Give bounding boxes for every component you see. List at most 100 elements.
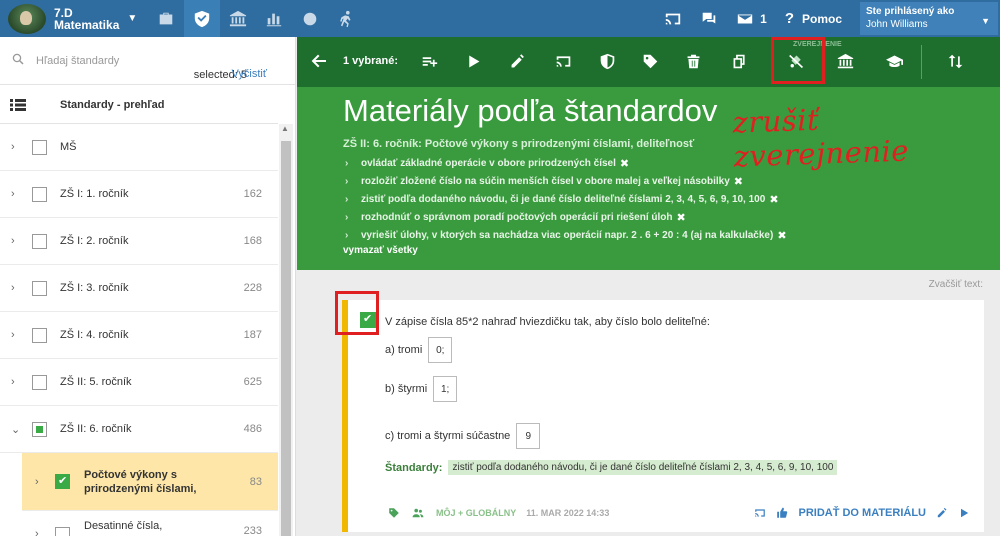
shield-icon[interactable]: [597, 51, 617, 71]
briefcase-icon[interactable]: [148, 0, 184, 37]
running-person-icon[interactable]: [328, 0, 364, 37]
add-to-material-button[interactable]: PRIDAŤ DO MATERIÁLU: [798, 507, 926, 519]
remove-icon[interactable]: ✖: [677, 211, 686, 224]
tree-item-label-2: prirodzenými číslami,: [84, 482, 197, 495]
scrollbar-thumb[interactable]: [281, 141, 291, 536]
tree-item-zs1-1[interactable]: › ZŠ I: 1. ročník 162: [0, 171, 278, 218]
scrollbar[interactable]: ▲: [279, 124, 293, 536]
materials-list: Zvačšiť text: V zápise čísla 85*2 nahraď…: [297, 270, 1000, 536]
answer-label: c) tromi a štyrmi súčastne: [385, 430, 511, 442]
arrow-left-icon[interactable]: [311, 53, 327, 69]
tree-item-zs1-4[interactable]: › ZŠ I: 4. ročník 187: [0, 312, 278, 359]
chat-icon[interactable]: [700, 10, 718, 28]
standards-header: Materiály podľa štandardov zrušiť zverej…: [297, 87, 1000, 270]
logged-in-label: Ste prihlásený ako: [866, 6, 955, 17]
play-icon[interactable]: [958, 507, 970, 519]
chevron-right-icon[interactable]: ›: [11, 282, 15, 294]
top-navbar: 7.D Matematika ▼ 1 ? Pomoc Ste prihlásený…: [0, 0, 1000, 37]
badge-icon[interactable]: [292, 0, 328, 37]
pencil-icon[interactable]: [507, 51, 527, 71]
checkbox[interactable]: [32, 139, 47, 155]
remove-icon[interactable]: ✖: [769, 193, 778, 206]
mail-button[interactable]: 1: [736, 10, 767, 28]
tree-item-zs1-3[interactable]: › ZŠ I: 3. ročník 228: [0, 265, 278, 312]
search-row: Hľadaj štandardy selected: 5 Vyčistiť: [0, 37, 295, 85]
institution-icon[interactable]: [835, 51, 855, 71]
tag-icon[interactable]: [640, 51, 660, 71]
institution-icon[interactable]: [220, 0, 256, 37]
clear-selection-link[interactable]: Vyčistiť: [232, 68, 268, 80]
pencil-icon[interactable]: [936, 507, 948, 519]
tree-item-zs1-2[interactable]: › ZŠ I: 2. ročník 168: [0, 218, 278, 265]
standard-tag[interactable]: zistiť podľa dodaného návodu, či je dané…: [448, 460, 838, 475]
sort-arrows-icon[interactable]: [945, 51, 965, 71]
checkbox[interactable]: [32, 233, 47, 249]
help-button[interactable]: ? Pomoc: [785, 10, 842, 27]
chevron-right-icon[interactable]: ›: [11, 188, 15, 200]
checkbox[interactable]: [32, 327, 47, 343]
checkbox-partial[interactable]: [32, 421, 47, 437]
checkbox-checked[interactable]: [55, 474, 70, 489]
list-icon[interactable]: [10, 98, 26, 112]
zoom-text-label[interactable]: Zvačšiť text:: [929, 279, 983, 290]
tag-icon[interactable]: [388, 507, 400, 519]
answer-label: b) štyrmi: [385, 383, 428, 395]
tree-item-ms[interactable]: › MŠ: [0, 124, 278, 171]
remove-icon[interactable]: ✖: [777, 229, 786, 242]
trash-icon[interactable]: [683, 51, 703, 71]
tree-title: Standardy - prehľad: [60, 98, 165, 111]
shield-check-icon[interactable]: [184, 0, 220, 37]
chevron-right-icon[interactable]: ›: [11, 235, 15, 247]
class-selector[interactable]: 7.D Matematika ▼: [0, 0, 148, 37]
remove-icon[interactable]: ✖: [620, 157, 629, 170]
copy-icon[interactable]: [729, 51, 749, 71]
checkbox[interactable]: [55, 526, 70, 536]
users-icon[interactable]: [412, 507, 424, 519]
chevron-right-icon: ›: [345, 157, 349, 169]
action-toolbar: 1 vybrané: ZVEREJNENIE: [297, 37, 1000, 87]
tree-item-label: Desatinné čísla,: [84, 520, 163, 532]
selected-count-label: 1 vybrané:: [343, 55, 399, 67]
checkbox[interactable]: [32, 186, 47, 202]
checkbox[interactable]: [32, 374, 47, 390]
chevron-right-icon[interactable]: ›: [11, 329, 15, 341]
cast-icon[interactable]: [754, 507, 766, 519]
question-icon: ?: [784, 10, 794, 27]
bar-chart-icon[interactable]: [256, 0, 292, 37]
standards-tree: Standardy - prehľad › MŠ › ZŠ I: 1. ročn…: [0, 86, 278, 536]
cast-icon[interactable]: [664, 10, 682, 28]
thumbs-up-icon[interactable]: [776, 507, 788, 519]
tree-item-count: 625: [243, 376, 262, 388]
user-menu[interactable]: Ste prihlásený ako John Williams ▼: [860, 2, 998, 35]
clear-all-link[interactable]: vymazať všetky: [343, 245, 418, 256]
tree-subitem[interactable]: › Desatinné čísla, 233: [22, 511, 278, 536]
chevron-right-icon[interactable]: ›: [11, 376, 15, 388]
search-icon: [12, 53, 24, 65]
chevron-down-icon[interactable]: ⌄: [11, 423, 20, 436]
add-to-list-icon[interactable]: [419, 51, 439, 71]
chevron-right-icon[interactable]: ›: [35, 528, 39, 536]
tree-item-zs2-5[interactable]: › ZŠ II: 5. ročník 625: [0, 359, 278, 406]
mail-count: 1: [760, 11, 767, 26]
play-icon[interactable]: [463, 51, 483, 71]
chevron-right-icon[interactable]: ›: [11, 141, 15, 153]
tree-subitem-selected[interactable]: › Počtové výkony sprirodzenými číslami, …: [22, 453, 278, 511]
chevron-right-icon: ›: [345, 211, 349, 223]
cast-icon[interactable]: [553, 51, 573, 71]
card-footer: MÔJ + GLOBÁLNY 11. MAR 2022 14:33 PRIDAŤ…: [388, 503, 978, 523]
date-label: 11. MAR 2022 14:33: [526, 508, 610, 518]
graduation-cap-icon[interactable]: [884, 51, 904, 71]
selected-standard: › rozložiť zložené číslo na súčin menších…: [345, 175, 743, 188]
chevron-right-icon[interactable]: ›: [35, 476, 39, 488]
tree-item-zs2-6[interactable]: ⌄ ZŠ II: 6. ročník 486: [0, 406, 278, 453]
scroll-up-icon[interactable]: ▲: [281, 124, 289, 133]
tree-item-count: 83: [249, 475, 262, 488]
caret-down-icon: ▼: [981, 16, 990, 26]
search-input[interactable]: Hľadaj štandardy: [36, 55, 119, 67]
checkbox[interactable]: [32, 280, 47, 296]
scope-label[interactable]: MÔJ + GLOBÁLNY: [436, 508, 516, 518]
tree-item-count: 168: [243, 235, 262, 247]
answer-row: c) tromi a štyrmi súčastne 9: [385, 423, 541, 449]
remove-icon[interactable]: ✖: [734, 175, 743, 188]
page-title: Materiály podľa štandardov: [343, 93, 718, 128]
